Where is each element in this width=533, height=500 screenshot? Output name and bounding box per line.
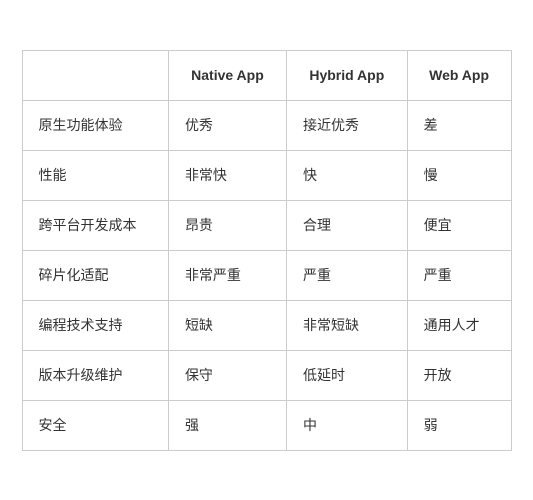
table-row: 版本升级维护保守低延时开放 xyxy=(22,350,511,400)
table-row: 编程技术支持短缺非常短缺通用人才 xyxy=(22,300,511,350)
comparison-table-wrapper: Native App Hybrid App Web App 原生功能体验优秀接近… xyxy=(22,50,512,451)
header-hybrid-app: Hybrid App xyxy=(286,50,407,100)
cell-native: 非常严重 xyxy=(168,250,286,300)
header-native-app: Native App xyxy=(168,50,286,100)
cell-native: 昂贵 xyxy=(168,200,286,250)
cell-feature: 原生功能体验 xyxy=(22,100,168,150)
cell-hybrid: 合理 xyxy=(286,200,407,250)
cell-feature: 跨平台开发成本 xyxy=(22,200,168,250)
cell-feature: 碎片化适配 xyxy=(22,250,168,300)
cell-web: 开放 xyxy=(407,350,511,400)
cell-native: 非常快 xyxy=(168,150,286,200)
cell-hybrid: 接近优秀 xyxy=(286,100,407,150)
cell-native: 短缺 xyxy=(168,300,286,350)
cell-hybrid: 非常短缺 xyxy=(286,300,407,350)
cell-hybrid: 快 xyxy=(286,150,407,200)
comparison-table: Native App Hybrid App Web App 原生功能体验优秀接近… xyxy=(22,50,512,451)
header-web-app: Web App xyxy=(407,50,511,100)
cell-web: 严重 xyxy=(407,250,511,300)
cell-feature: 性能 xyxy=(22,150,168,200)
cell-web: 慢 xyxy=(407,150,511,200)
header-feature xyxy=(22,50,168,100)
cell-feature: 编程技术支持 xyxy=(22,300,168,350)
cell-native: 保守 xyxy=(168,350,286,400)
cell-web: 差 xyxy=(407,100,511,150)
cell-native: 优秀 xyxy=(168,100,286,150)
table-row: 安全强中弱 xyxy=(22,400,511,450)
cell-web: 便宜 xyxy=(407,200,511,250)
table-row: 跨平台开发成本昂贵合理便宜 xyxy=(22,200,511,250)
cell-feature: 版本升级维护 xyxy=(22,350,168,400)
cell-hybrid: 中 xyxy=(286,400,407,450)
table-row: 性能非常快快慢 xyxy=(22,150,511,200)
table-header-row: Native App Hybrid App Web App xyxy=(22,50,511,100)
cell-hybrid: 低延时 xyxy=(286,350,407,400)
cell-hybrid: 严重 xyxy=(286,250,407,300)
table-row: 原生功能体验优秀接近优秀差 xyxy=(22,100,511,150)
cell-native: 强 xyxy=(168,400,286,450)
cell-web: 通用人才 xyxy=(407,300,511,350)
table-row: 碎片化适配非常严重严重严重 xyxy=(22,250,511,300)
cell-feature: 安全 xyxy=(22,400,168,450)
cell-web: 弱 xyxy=(407,400,511,450)
